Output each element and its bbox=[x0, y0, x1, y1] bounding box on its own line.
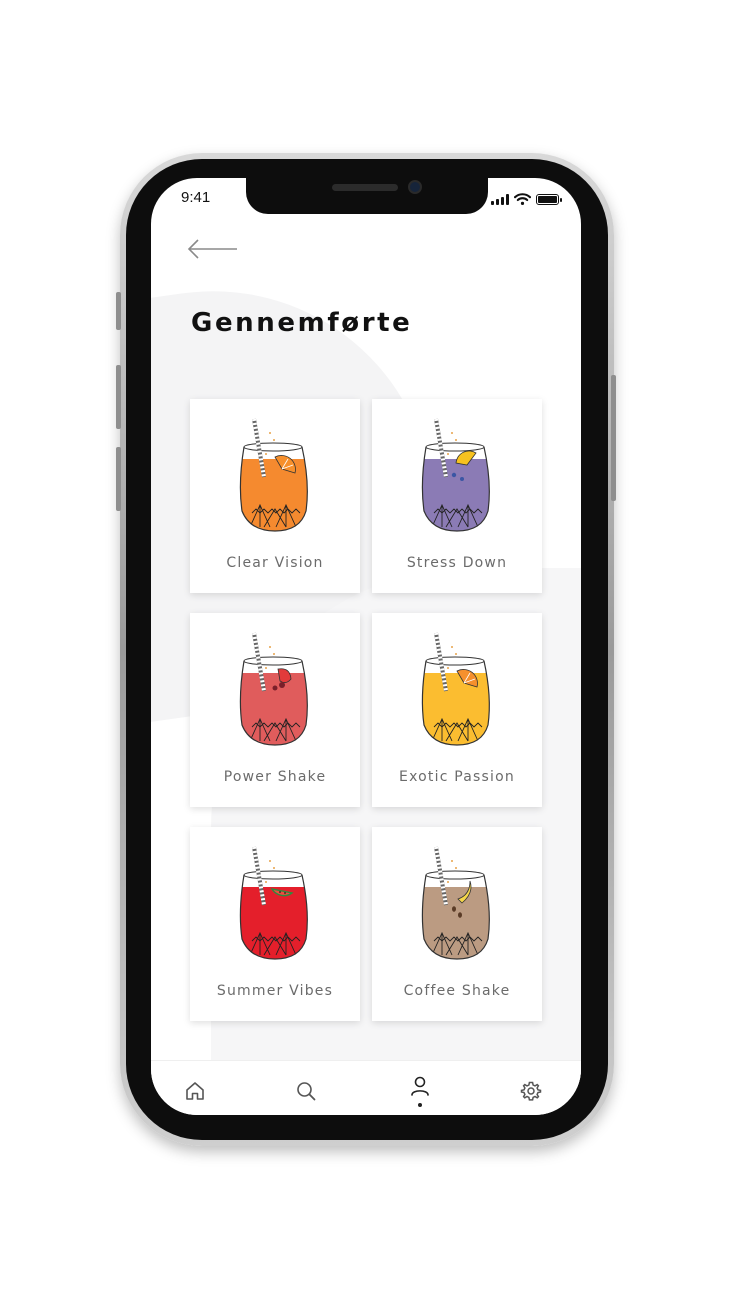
page-title: Gennemførte bbox=[191, 308, 413, 338]
smoothie-glass-icon bbox=[421, 418, 490, 532]
smoothie-card-label: Power Shake bbox=[223, 769, 327, 785]
smoothie-card[interactable]: Coffee Shake bbox=[372, 827, 542, 1021]
settings-icon bbox=[520, 1081, 542, 1101]
status-icons bbox=[491, 193, 562, 205]
power-button bbox=[611, 375, 616, 501]
tab-search[interactable] bbox=[286, 1071, 326, 1111]
smoothie-card[interactable]: Exotic Passion bbox=[372, 613, 542, 807]
volume-up-button bbox=[116, 365, 121, 429]
smoothie-card-label: Exotic Passion bbox=[399, 769, 515, 785]
cellular-signal-icon bbox=[491, 194, 509, 205]
tab-home[interactable] bbox=[175, 1071, 215, 1111]
smoothie-glass-icon bbox=[239, 632, 308, 746]
tab-profile[interactable] bbox=[400, 1067, 440, 1107]
smoothie-glass-icon bbox=[421, 846, 490, 960]
mute-switch bbox=[116, 292, 121, 330]
back-arrow-icon bbox=[187, 239, 237, 259]
smoothie-card[interactable]: Power Shake bbox=[190, 613, 360, 807]
smoothie-card[interactable]: Stress Down bbox=[372, 399, 542, 593]
status-time: 9:41 bbox=[181, 189, 211, 206]
bottom-tab-bar bbox=[151, 1060, 581, 1115]
smoothie-card[interactable]: Clear Vision bbox=[190, 399, 360, 593]
profile-icon bbox=[411, 1076, 429, 1096]
smoothie-glass-icon bbox=[239, 418, 308, 532]
front-camera bbox=[408, 180, 422, 194]
wifi-icon bbox=[514, 193, 531, 205]
tab-settings[interactable] bbox=[511, 1071, 551, 1111]
notch bbox=[246, 178, 488, 214]
battery-icon bbox=[536, 194, 562, 205]
smoothie-card-label: Summer Vibes bbox=[216, 983, 334, 999]
home-icon bbox=[186, 1082, 204, 1100]
smoothie-card[interactable]: Summer Vibes bbox=[190, 827, 360, 1021]
smoothie-grid: Clear Vision Stress Down Power Shake Exo… bbox=[190, 399, 543, 1021]
search-icon bbox=[297, 1082, 316, 1101]
smoothie-glass-icon bbox=[421, 632, 490, 746]
smoothie-card-label: Clear Vision bbox=[226, 555, 324, 571]
smoothie-card-label: Coffee Shake bbox=[403, 983, 511, 999]
back-arrow-button[interactable] bbox=[187, 236, 239, 262]
volume-down-button bbox=[116, 447, 121, 511]
speaker-grille bbox=[332, 184, 398, 191]
smoothie-glass-icon bbox=[239, 846, 308, 960]
smoothie-card-label: Stress Down bbox=[406, 555, 508, 571]
app-screen: 9:41 Gennemførte Clear Vision Stress Dow… bbox=[151, 178, 581, 1115]
active-tab-indicator bbox=[418, 1103, 422, 1107]
